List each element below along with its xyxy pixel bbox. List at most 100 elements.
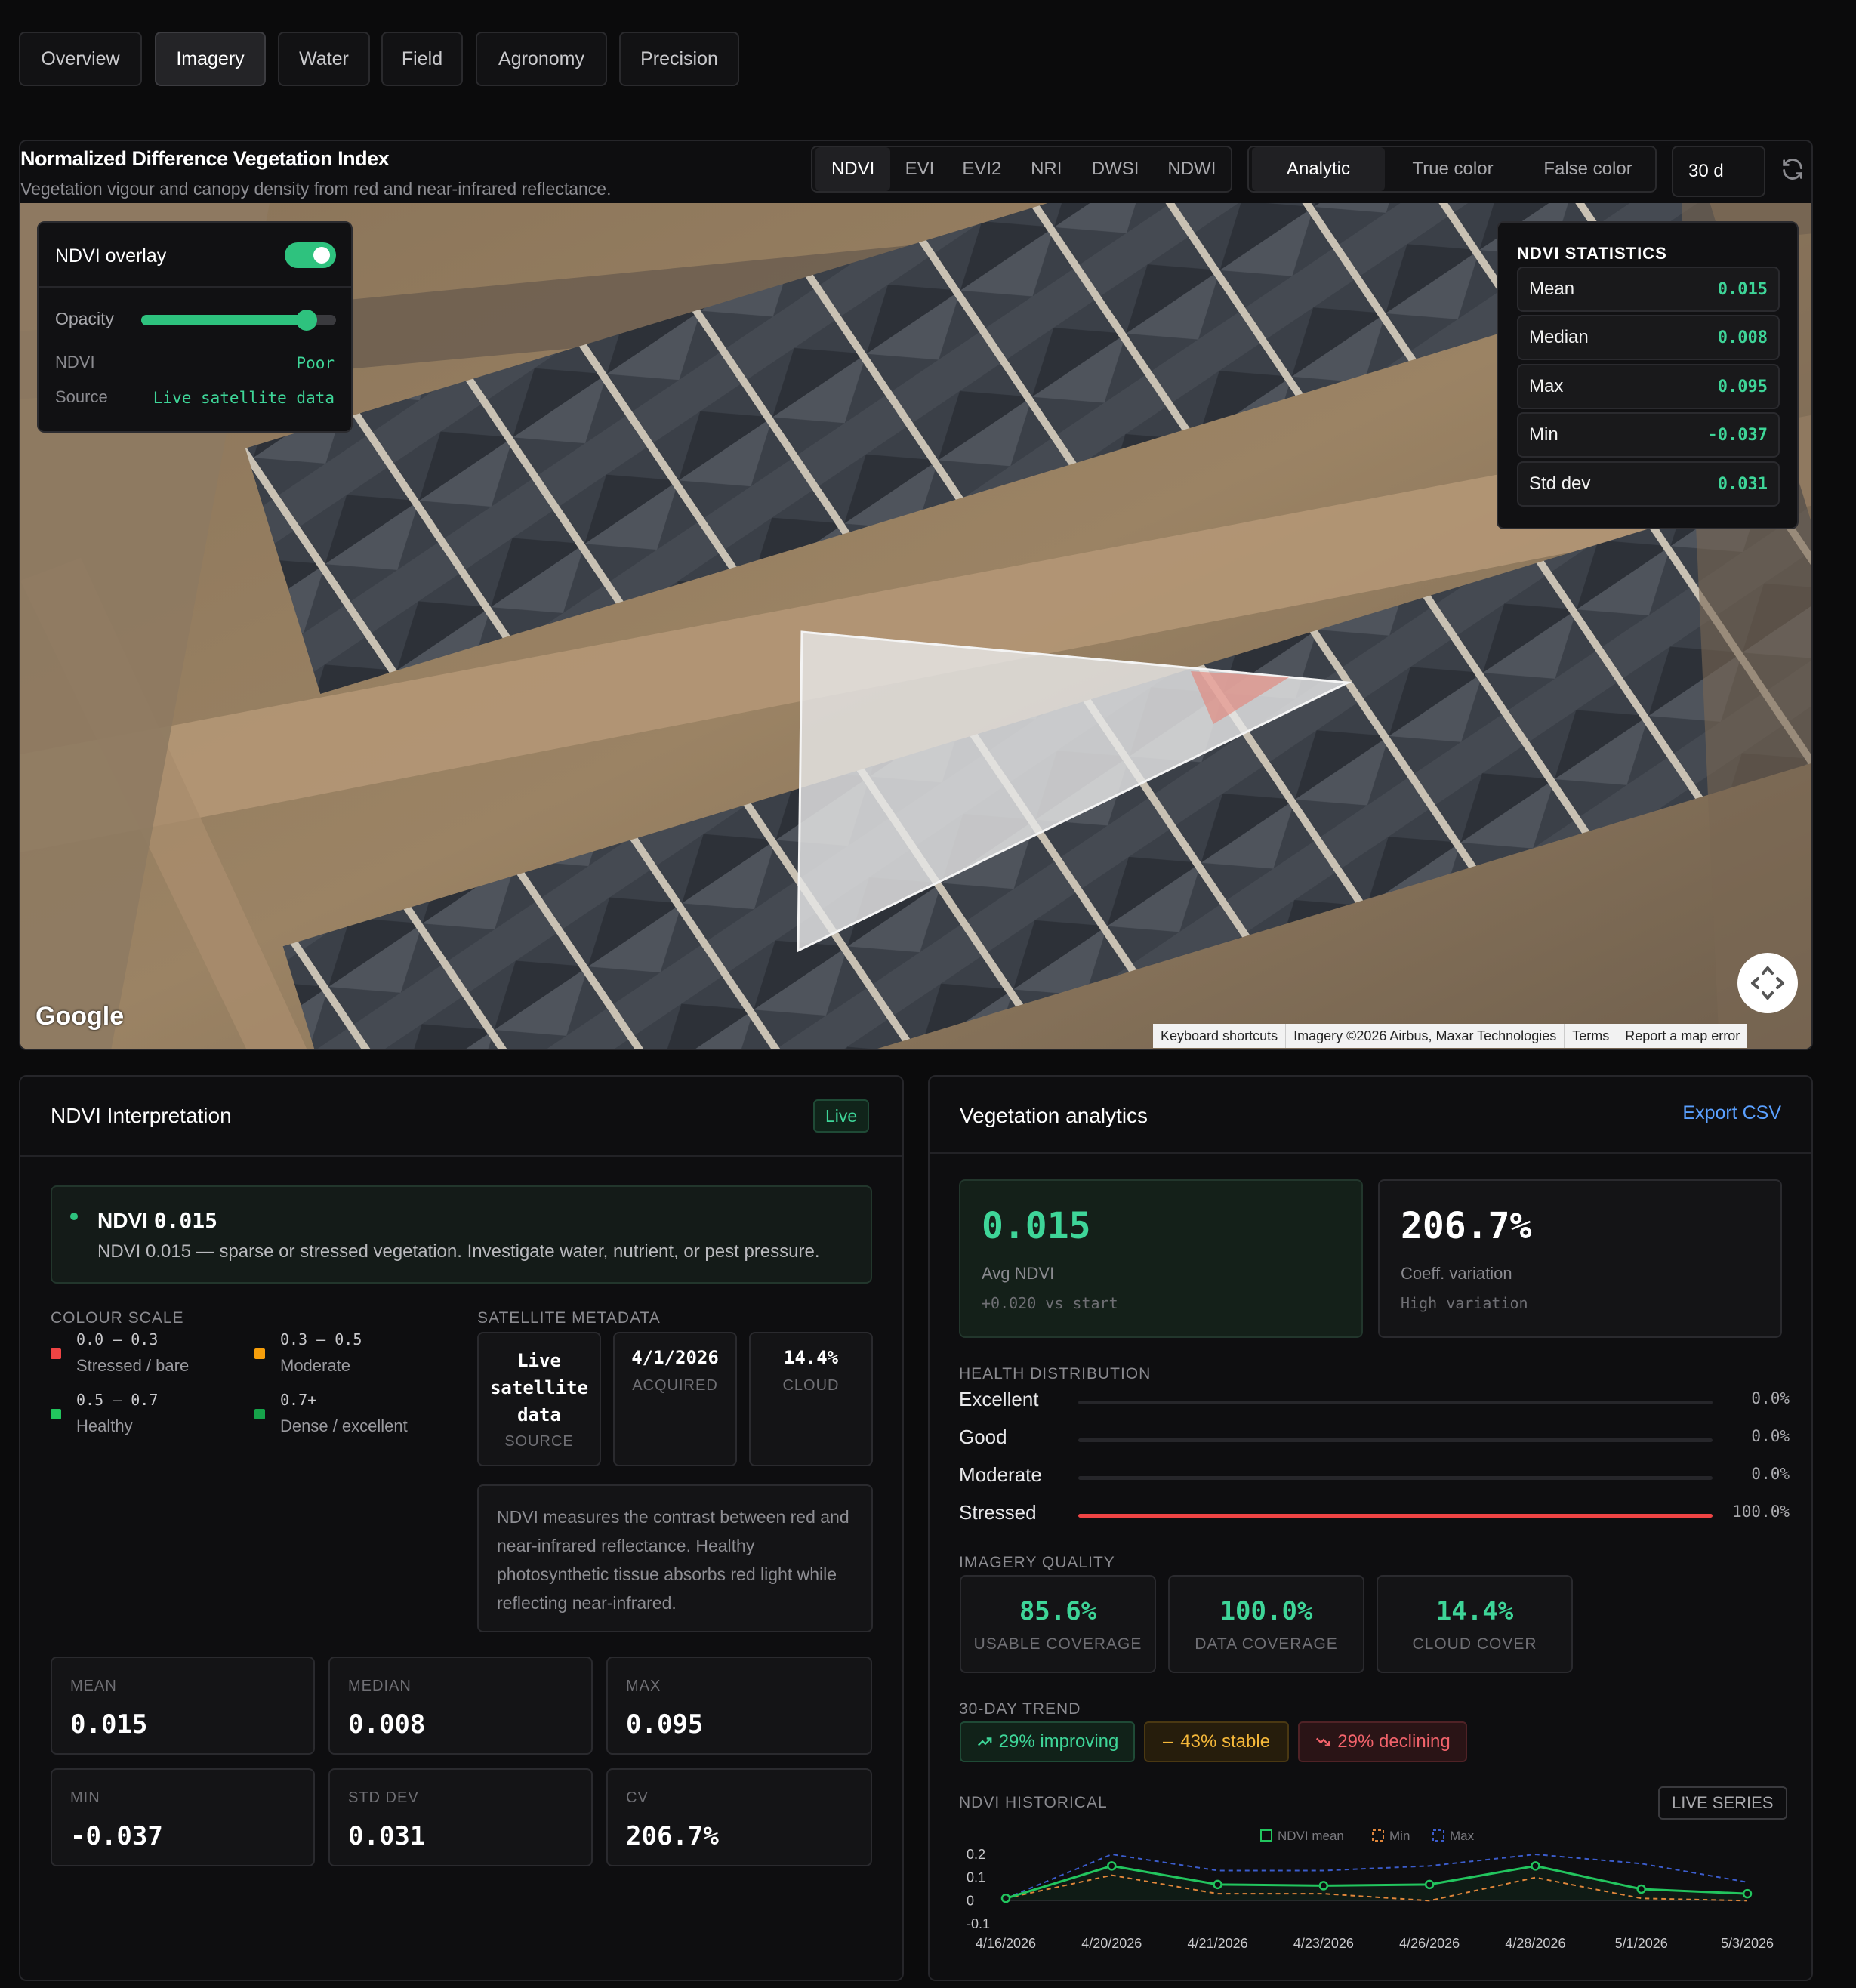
health-track: [1078, 1401, 1713, 1404]
legend-swatch: [1372, 1829, 1384, 1842]
map-attribution: Keyboard shortcuts Imagery ©2026 Airbus,…: [1153, 1024, 1748, 1048]
avg-ndvi-value: 0.015: [982, 1205, 1091, 1247]
x-tick-label: 4/16/2026: [976, 1936, 1036, 1951]
terms-link[interactable]: Terms: [1565, 1024, 1618, 1048]
index-evi2[interactable]: EVI2: [949, 147, 1015, 191]
headline-label: NDVI: [97, 1209, 148, 1232]
x-tick-label: 5/1/2026: [1615, 1936, 1668, 1951]
scale-label: Stressed / bare: [76, 1356, 190, 1375]
mean-point: [1531, 1861, 1540, 1871]
stat-label: Std dev: [1529, 473, 1591, 494]
quality-value: 14.4%: [1435, 1596, 1514, 1626]
cv-value: 206.7%: [1401, 1205, 1532, 1247]
index-evi[interactable]: EVI: [890, 147, 948, 191]
index-ndwi[interactable]: NDWI: [1153, 147, 1231, 191]
range-select[interactable]: 30 d: [1672, 146, 1765, 197]
index-ndvi[interactable]: NDVI: [815, 147, 891, 191]
export-csv-link[interactable]: Export CSV: [1682, 1102, 1781, 1124]
legend-label: Min: [1389, 1829, 1410, 1843]
metric-median: MEDIAN 0.008: [328, 1657, 593, 1755]
live-series-button[interactable]: LIVE SERIES: [1658, 1786, 1787, 1820]
metric-min: MIN -0.037: [51, 1768, 315, 1866]
tab-imagery[interactable]: Imagery: [155, 32, 266, 86]
quality-label: DATA COVERAGE: [1195, 1635, 1338, 1653]
quality-label: CLOUD COVER: [1412, 1635, 1537, 1653]
ndvi-status: Poor: [296, 354, 335, 372]
ndvi-headline: NDVI 0.015: [97, 1208, 217, 1233]
x-tick-label: 4/20/2026: [1081, 1936, 1142, 1951]
mean-point: [1742, 1888, 1753, 1899]
y-tick-label: 0: [967, 1893, 974, 1908]
fullscreen-icon[interactable]: [1737, 953, 1798, 1013]
view-false-color[interactable]: False color: [1521, 147, 1655, 191]
health-label: Good: [959, 1426, 1007, 1448]
metadata-value: 14.4%: [783, 1347, 839, 1368]
metric-label: MAX: [626, 1678, 661, 1694]
metric-value: 0.008: [348, 1709, 426, 1740]
tab-field[interactable]: Field: [381, 32, 463, 86]
ndvi-historical-title: NDVI HISTORICAL: [959, 1794, 1108, 1811]
legend-label: NDVI mean: [1278, 1829, 1344, 1843]
metric-label: MEDIAN: [348, 1678, 412, 1694]
google-logo: Google: [35, 1002, 125, 1031]
ndvi-historical-chart: NDVI mean Min Max 0.2 0.1 0 -0.1 4/16/2026 4/20/…: [967, 1829, 1774, 1951]
mean-area: [1006, 1866, 1747, 1901]
x-tick-label: 4/28/2026: [1505, 1936, 1565, 1951]
health-track: [1078, 1514, 1713, 1518]
cv-note: High variation: [1401, 1294, 1528, 1312]
refresh-icon[interactable]: [1780, 156, 1805, 182]
ndvi-summary-card: NDVI 0.015 NDVI 0.015 — sparse or stress…: [51, 1185, 872, 1284]
health-track: [1078, 1438, 1713, 1442]
tab-water[interactable]: Water: [278, 32, 370, 86]
stat-std-dev: Std dev 0.031: [1517, 461, 1780, 507]
toggle-knob: [313, 247, 330, 264]
metadata-source: Live satellite data SOURCE: [477, 1332, 601, 1466]
health-pct: 0.0%: [1751, 1389, 1790, 1407]
mean-point: [1636, 1884, 1646, 1894]
tab-overview[interactable]: Overview: [19, 32, 142, 86]
map-title: Normalized Difference Vegetation Index: [20, 147, 390, 170]
status-dot: [70, 1213, 78, 1220]
opacity-slider-handle[interactable]: [296, 310, 318, 331]
view-analytic[interactable]: Analytic: [1252, 147, 1385, 191]
health-row-excellent: Excellent 0.0%: [959, 1385, 1790, 1415]
metadata-label: SOURCE: [504, 1433, 574, 1450]
scale-label: Healthy: [76, 1416, 133, 1435]
metric-max: MAX 0.095: [606, 1657, 872, 1755]
satellite-metadata-title: SATELLITE METADATA: [477, 1309, 661, 1327]
metric-label: MIN: [70, 1789, 100, 1806]
metadata-value: 4/1/2026: [631, 1347, 719, 1368]
stat-median: Median 0.008: [1517, 315, 1780, 360]
tab-agronomy[interactable]: Agronomy: [476, 32, 607, 86]
scale-swatch: [254, 1409, 265, 1419]
quality-value: 100.0%: [1219, 1596, 1313, 1626]
metric-std-dev: STD DEV 0.031: [328, 1768, 593, 1866]
mean-point: [1318, 1881, 1329, 1891]
trend-label: 29% declining: [1337, 1731, 1451, 1752]
ndvi-overlay-panel: NDVI overlay Opacity NDVI Poor Source Li…: [37, 221, 353, 433]
opacity-slider[interactable]: [141, 310, 336, 331]
tab-precision[interactable]: Precision: [619, 32, 739, 86]
health-bar: [1078, 1514, 1713, 1518]
legend-swatch: [1432, 1829, 1444, 1842]
source-value: Live satellite data: [153, 389, 335, 407]
trend-title: 30-DAY TREND: [959, 1700, 1081, 1718]
ndvi-description: NDVI 0.015 — sparse or stressed vegetati…: [97, 1241, 820, 1262]
report-error-link[interactable]: Report a map error: [1617, 1024, 1747, 1048]
metric-cv: CV 206.7%: [606, 1768, 872, 1866]
health-distribution-title: HEALTH DISTRIBUTION: [959, 1365, 1152, 1382]
index-nri[interactable]: NRI: [1015, 147, 1078, 191]
stat-label: Median: [1529, 327, 1589, 347]
imagery-quality-title: IMAGERY QUALITY: [959, 1554, 1115, 1571]
coeff-variation-card: 206.7% Coeff. variation High variation: [1378, 1179, 1782, 1338]
index-dwsi[interactable]: DWSI: [1078, 147, 1152, 191]
metric-label: STD DEV: [348, 1789, 419, 1806]
quality-label: USABLE COVERAGE: [973, 1635, 1142, 1653]
metric-value: -0.037: [70, 1821, 163, 1851]
overlay-toggle[interactable]: [285, 242, 336, 268]
view-true-color[interactable]: True color: [1385, 147, 1521, 191]
legend-label: Max: [1450, 1829, 1475, 1843]
x-tick-label: 4/21/2026: [1188, 1936, 1248, 1951]
metadata-value: Live satellite data: [489, 1350, 589, 1426]
keyboard-shortcuts-link[interactable]: Keyboard shortcuts: [1153, 1024, 1287, 1048]
